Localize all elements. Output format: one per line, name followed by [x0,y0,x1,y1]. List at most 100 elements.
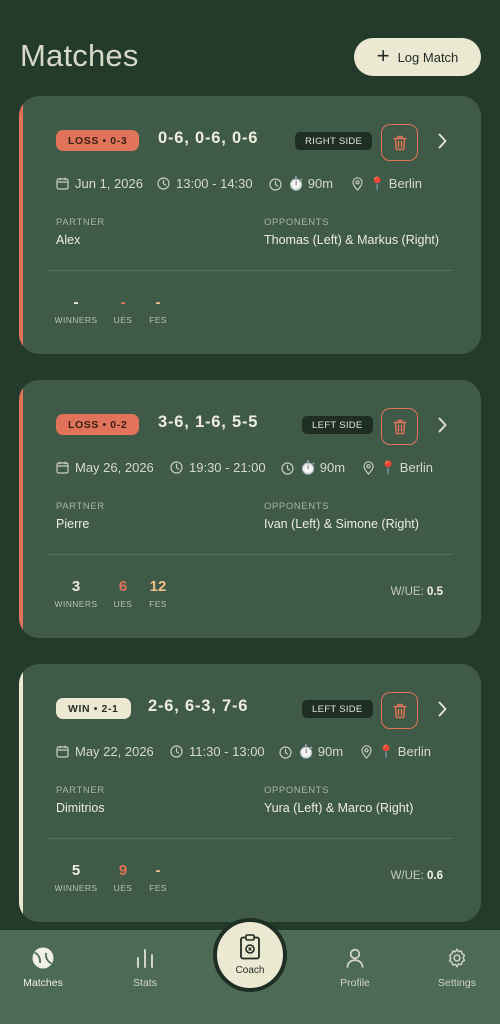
match-date: May 26, 2026 [75,460,154,475]
match-card[interactable]: LOSS • 0-2 3-6, 1-6, 5-5 LEFT SIDE May 2… [19,380,481,638]
trash-icon [392,419,407,434]
match-card[interactable]: LOSS • 0-3 0-6, 0-6, 0-6 RIGHT SIDE Jun … [19,96,481,354]
nav-profile[interactable]: Profile [320,944,390,989]
fes-value: - [155,862,161,879]
match-duration: ⏱️ 90m [300,460,346,475]
match-time: 11:30 - 13:00 [189,744,265,759]
winners-label: WINNERS [54,883,98,893]
opponents-names: Ivan (Left) & Simone (Right) [264,517,419,531]
time-item: 13:00 - 14:30 [157,176,253,191]
match-time: 13:00 - 14:30 [176,176,253,191]
delete-button[interactable] [381,124,418,161]
location-item: 📍 Berlin [352,176,422,192]
user-icon [320,944,390,972]
gear-icon [422,944,492,972]
partner-label: PARTNER [56,785,105,796]
chevron-right-icon[interactable] [437,132,447,150]
match-score: 2-6, 6-3, 7-6 [148,697,249,715]
wue-label: W/UE: [390,870,424,882]
wue-value: 0.5 [427,586,443,598]
time-item: 11:30 - 13:00 [170,744,265,759]
duration-item: ⏱️ 90m [279,744,343,760]
side-tag: LEFT SIDE [302,416,373,434]
header: Matches + Log Match [0,0,500,96]
nav-coach-label: Coach [235,965,265,976]
nav-coach[interactable]: Coach [213,918,287,992]
result-accent-bar [19,96,23,354]
nav-stats[interactable]: Stats [110,944,180,989]
match-meta: May 22, 2026 11:30 - 13:00 ⏱️ 90m 📍 Berl… [56,744,466,764]
match-date: May 22, 2026 [75,744,154,759]
fes-stat: - FES [133,862,183,893]
winners-stat: 5 WINNERS [51,862,101,893]
time-item: 19:30 - 21:00 [170,460,266,475]
match-score: 0-6, 0-6, 0-6 [158,129,259,147]
match-meta: May 26, 2026 19:30 - 21:00 ⏱️ 90m 📍 Berl… [56,460,466,480]
winners-stat: - WINNERS [51,294,101,325]
opponents-names: Thomas (Left) & Markus (Right) [264,233,440,247]
log-match-button[interactable]: + Log Match [354,38,481,76]
clock-icon [170,745,183,758]
side-tag: LEFT SIDE [302,700,373,718]
fes-value: - [155,294,161,311]
match-meta: Jun 1, 2026 13:00 - 14:30 ⏱️ 90m 📍 Berli… [56,176,466,196]
result-badge: LOSS • 0-2 [56,414,140,435]
map-pin-icon [352,177,363,191]
log-match-label: Log Match [397,49,459,65]
match-date: Jun 1, 2026 [75,176,143,191]
fes-stat: - FES [133,294,183,325]
winners-value: 3 [71,578,81,595]
match-card[interactable]: WIN • 2-1 2-6, 6-3, 7-6 LEFT SIDE May 22… [19,664,481,922]
winners-stat: 3 WINNERS [51,578,101,609]
clock-icon [157,177,170,190]
clock-icon [269,177,282,191]
tennis-ball-icon [8,944,78,972]
winners-value: - [73,294,79,311]
winners-value: 5 [71,862,81,879]
divider [47,270,453,271]
result-accent-bar [19,664,23,922]
wue-label: W/UE: [390,586,424,598]
nav-settings-label: Settings [438,977,476,989]
fes-label: FES [149,599,167,609]
partner-label: PARTNER [56,501,105,512]
match-duration: ⏱️ 90m [288,176,334,191]
nav-matches[interactable]: Matches [8,944,78,989]
fes-label: FES [149,315,167,325]
nav-settings[interactable]: Settings [422,944,492,989]
date-item: Jun 1, 2026 [56,176,143,191]
divider [47,838,453,839]
wue-ratio: W/UE: 0.5 [391,586,443,598]
delete-button[interactable] [381,692,418,729]
date-item: May 26, 2026 [56,460,154,475]
map-pin-icon [363,461,374,475]
opponents-label: OPPONENTS [264,785,330,796]
wue-ratio: W/UE: 0.6 [391,870,443,882]
plus-icon: + [376,43,390,68]
chevron-right-icon[interactable] [437,700,447,718]
fes-stat: 12 FES [133,578,183,609]
chevron-right-icon[interactable] [437,416,447,434]
clock-icon [170,461,183,474]
winners-label: WINNERS [54,599,98,609]
map-pin-icon [361,745,372,759]
calendar-icon [56,177,69,190]
location-item: 📍 Berlin [361,744,431,760]
clock-icon [279,745,292,759]
nav-stats-label: Stats [133,977,157,989]
match-duration: ⏱️ 90m [298,744,344,759]
duration-item: ⏱️ 90m [269,176,333,192]
result-badge: LOSS • 0-3 [56,130,140,151]
match-score: 3-6, 1-6, 5-5 [158,413,259,431]
location-item: 📍 Berlin [363,460,433,476]
delete-button[interactable] [381,408,418,445]
result-accent-bar [19,380,23,638]
duration-item: ⏱️ 90m [281,460,345,476]
match-time: 19:30 - 21:00 [189,460,266,475]
trash-icon [392,135,407,150]
winners-label: WINNERS [54,315,98,325]
match-location: 📍 Berlin [369,176,423,191]
result-badge: WIN • 2-1 [56,698,131,719]
divider [47,554,453,555]
opponents-names: Yura (Left) & Marco (Right) [264,801,414,815]
